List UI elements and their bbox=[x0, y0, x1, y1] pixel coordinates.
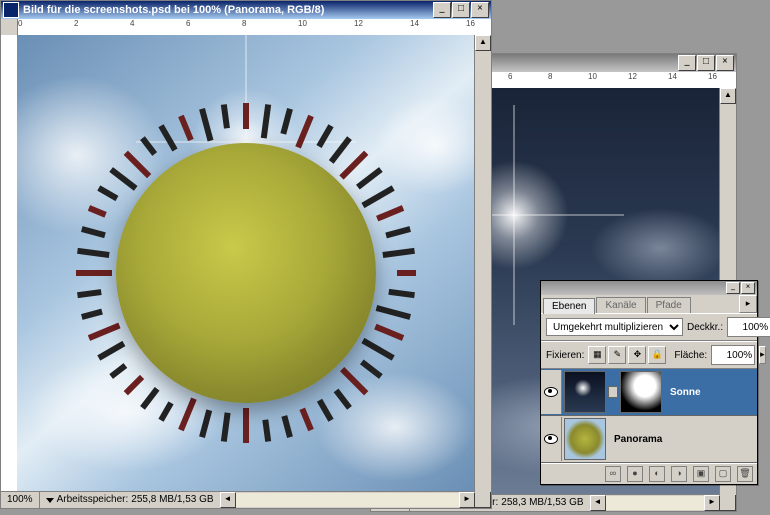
cloud-graphic bbox=[375, 95, 475, 195]
blend-mode-select[interactable]: Umgekehrt multiplizieren bbox=[546, 318, 683, 336]
layers-palette[interactable]: _ × Ebenen Kanäle Pfade ▸ Umgekehrt mult… bbox=[540, 280, 758, 485]
layers-list[interactable]: Sonne Panorama bbox=[541, 369, 757, 463]
document-window-panorama[interactable]: Bild für die screenshots.psd bei 100% (P… bbox=[0, 0, 492, 509]
layer-panorama[interactable]: Panorama bbox=[541, 416, 757, 463]
close-button[interactable]: × bbox=[471, 2, 489, 18]
scroll-left-button[interactable]: ◄ bbox=[590, 495, 606, 511]
minimize-button[interactable]: _ bbox=[433, 2, 451, 18]
new-layer-button[interactable]: ▢ bbox=[715, 466, 731, 482]
new-group-button[interactable]: ▣ bbox=[693, 466, 709, 482]
tab-kanaele[interactable]: Kanäle bbox=[596, 297, 645, 313]
canvas[interactable] bbox=[17, 35, 475, 492]
palette-titlebar[interactable]: _ × bbox=[541, 281, 757, 295]
cloud-graphic bbox=[590, 208, 720, 288]
link-mask-icon[interactable] bbox=[608, 386, 618, 398]
lock-fill-row: Fixieren: ▦ ✎ ✥ 🔒 Fläche: ▸ bbox=[541, 341, 757, 369]
opacity-field[interactable] bbox=[727, 317, 770, 337]
scroll-up-button[interactable]: ▲ bbox=[475, 35, 491, 51]
mask-thumbnail[interactable] bbox=[620, 371, 662, 413]
minimize-button[interactable]: _ bbox=[678, 55, 696, 71]
vertical-ruler[interactable] bbox=[1, 35, 18, 492]
status-bar: 100% Arbeitsspeicher: 255,8 MB/1,53 GB ◄… bbox=[1, 491, 475, 508]
window-buttons: _ □ × bbox=[678, 55, 734, 71]
layer-thumbnail[interactable] bbox=[564, 371, 606, 413]
status-value: 255,8 MB/1,53 GB bbox=[131, 492, 213, 508]
tab-pfade[interactable]: Pfade bbox=[647, 297, 691, 313]
layer-name[interactable]: Panorama bbox=[608, 434, 757, 445]
palette-menu-button[interactable]: ▸ bbox=[739, 295, 757, 313]
lock-all-button[interactable]: 🔒 bbox=[648, 346, 666, 364]
status-label: Arbeitsspeicher: bbox=[57, 492, 129, 508]
maximize-button[interactable]: □ bbox=[452, 2, 470, 18]
eye-icon bbox=[544, 387, 558, 397]
scroll-right-button[interactable]: ► bbox=[459, 492, 475, 508]
titlebar[interactable]: Bild für die screenshots.psd bei 100% (P… bbox=[1, 1, 491, 19]
lock-pixels-button[interactable]: ✎ bbox=[608, 346, 626, 364]
palette-tabs: Ebenen Kanäle Pfade ▸ bbox=[541, 295, 757, 313]
window-title: Bild für die screenshots.psd bei 100% (P… bbox=[23, 4, 433, 16]
close-button[interactable]: × bbox=[716, 55, 734, 71]
delete-layer-button[interactable]: 🗑 bbox=[737, 466, 753, 482]
layer-mask-button[interactable]: ◐ bbox=[649, 466, 665, 482]
palette-footer: ∞ ● ◐ ◑ ▣ ▢ 🗑 bbox=[541, 463, 757, 484]
vertical-scrollbar[interactable]: ▲ bbox=[474, 35, 491, 492]
status-info[interactable]: Arbeitsspeicher: 255,8 MB/1,53 GB bbox=[40, 492, 220, 508]
layer-thumbnails bbox=[562, 369, 664, 415]
cloud-graphic bbox=[315, 372, 475, 482]
zoom-field[interactable]: 100% bbox=[1, 492, 40, 508]
layer-thumbnails bbox=[562, 416, 608, 462]
layer-thumbnail[interactable] bbox=[564, 418, 606, 460]
fill-field[interactable] bbox=[711, 345, 755, 365]
chevron-down-icon bbox=[46, 498, 54, 503]
blend-opacity-row: Umgekehrt multiplizieren Deckkr.: ▸ bbox=[541, 313, 757, 341]
ruler-origin[interactable] bbox=[1, 19, 18, 35]
layer-style-button[interactable]: ● bbox=[627, 466, 643, 482]
layer-name[interactable]: Sonne bbox=[664, 387, 757, 398]
maximize-button[interactable]: □ bbox=[697, 55, 715, 71]
lock-label: Fixieren: bbox=[546, 350, 584, 361]
lock-position-button[interactable]: ✥ bbox=[628, 346, 646, 364]
fill-label: Fläche: bbox=[674, 350, 707, 361]
scroll-track[interactable] bbox=[236, 493, 459, 507]
link-layers-button[interactable]: ∞ bbox=[605, 466, 621, 482]
window-buttons: _ □ × bbox=[433, 2, 489, 18]
scroll-left-button[interactable]: ◄ bbox=[220, 492, 236, 508]
visibility-toggle[interactable] bbox=[541, 370, 562, 414]
scroll-up-button[interactable]: ▲ bbox=[720, 88, 736, 104]
visibility-toggle[interactable] bbox=[541, 417, 562, 461]
status-value: 258,3 MB/1,53 GB bbox=[501, 495, 583, 511]
layer-sonne[interactable]: Sonne bbox=[541, 369, 757, 416]
opacity-label: Deckkr.: bbox=[687, 322, 723, 333]
tab-ebenen[interactable]: Ebenen bbox=[543, 298, 595, 314]
lock-buttons: ▦ ✎ ✥ 🔒 bbox=[588, 346, 666, 364]
adjustment-layer-button[interactable]: ◑ bbox=[671, 466, 687, 482]
horizontal-ruler[interactable]: 0246810121416 bbox=[1, 19, 491, 36]
eye-icon bbox=[544, 434, 558, 444]
palette-minimize-button[interactable]: _ bbox=[726, 282, 740, 294]
lock-transparency-button[interactable]: ▦ bbox=[588, 346, 606, 364]
scroll-track[interactable] bbox=[606, 496, 704, 510]
fill-flyout-button[interactable]: ▸ bbox=[759, 346, 766, 364]
scroll-right-button[interactable]: ► bbox=[704, 495, 720, 511]
palette-close-button[interactable]: × bbox=[741, 282, 755, 294]
app-icon bbox=[3, 2, 19, 18]
planet-graphic bbox=[116, 143, 376, 403]
